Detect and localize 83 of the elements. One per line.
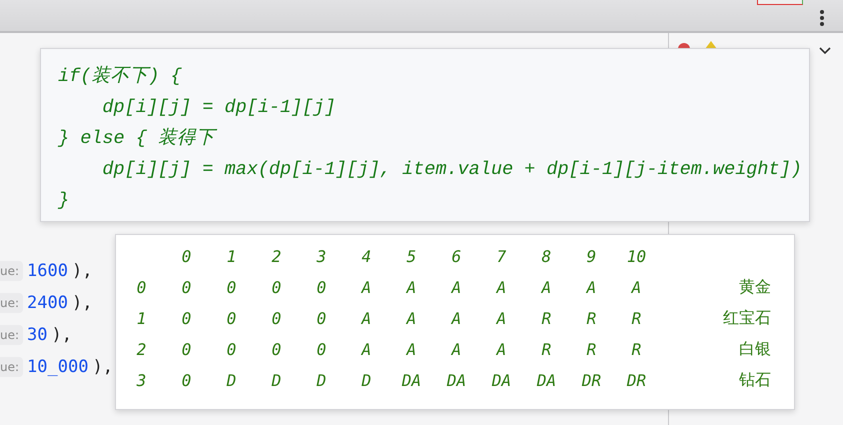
table-cell-text: A xyxy=(450,340,462,359)
column-header: 6 xyxy=(450,247,462,266)
table-cell-text: 0 xyxy=(180,278,192,297)
table-cell-text: 0 xyxy=(270,340,282,359)
code-line: if(装不下) { xyxy=(58,64,183,89)
column-header: 2 xyxy=(270,247,282,266)
table-cell-text: D xyxy=(226,371,238,390)
row-header: 3 xyxy=(136,371,148,390)
table-cell-text: A xyxy=(495,278,508,297)
table-cell-text: A xyxy=(540,278,552,297)
code-punctuation: ), xyxy=(72,261,92,281)
column-header: 1 xyxy=(226,247,238,266)
column-header: 9 xyxy=(586,247,598,266)
parameter-hint: ue: xyxy=(0,261,24,281)
column-header: 8 xyxy=(540,247,552,266)
column-header: 4 xyxy=(360,247,372,266)
table-cell-text: A xyxy=(450,309,462,328)
item-name: 黄金 xyxy=(738,277,771,298)
column-header: 5 xyxy=(406,247,418,266)
table-cell-text: R xyxy=(540,309,552,328)
table-cell-text: 0 xyxy=(180,340,192,359)
table-cell-text: A xyxy=(405,340,418,359)
table-cell-text: A xyxy=(360,278,372,297)
table-cell-text: 0 xyxy=(226,278,238,297)
table-cell-text: A xyxy=(450,278,462,297)
table-cell-text: 0 xyxy=(226,340,238,359)
code-line: } xyxy=(58,189,70,213)
more-icon[interactable] xyxy=(819,9,825,27)
parameter-hint: ue: xyxy=(0,325,24,345)
number-literal: 2400 xyxy=(27,293,68,313)
table-cell-text: A xyxy=(495,309,508,328)
editor-tab-edge[interactable] xyxy=(757,0,803,5)
table-cell-text: 0 xyxy=(316,309,328,328)
table-cell-text: R xyxy=(630,309,642,328)
column-header: 0 xyxy=(180,247,192,266)
table-cell-text: 0 xyxy=(226,309,238,328)
table-cell-text: DA xyxy=(536,371,558,390)
table-cell-text: R xyxy=(586,340,598,359)
code-punctuation: ), xyxy=(52,325,72,345)
table-cell-text: 0 xyxy=(270,309,282,328)
table-cell-text: DR xyxy=(626,371,648,390)
code-line: } else { 装得下 xyxy=(58,123,809,154)
item-name: 钻石 xyxy=(738,370,771,391)
parameter-hint: ue: xyxy=(0,293,24,313)
table-cell-text: DA xyxy=(446,371,468,390)
chevron-icon[interactable] xyxy=(819,47,831,55)
code-line: dp[i][j] = dp[i-1][j] xyxy=(101,96,337,120)
table-cell-text: A xyxy=(405,278,418,297)
code-punctuation: ), xyxy=(92,357,113,377)
row-header: 2 xyxy=(136,340,148,359)
item-name: 红宝石 xyxy=(722,308,771,329)
parameter-hint: ue: xyxy=(0,357,24,377)
table-cell-text: 0 xyxy=(316,340,328,359)
code-punctuation: ), xyxy=(72,293,92,313)
column-header: 7 xyxy=(496,247,508,266)
table-cell-text: D xyxy=(270,371,282,390)
table-cell-text: D xyxy=(316,371,328,390)
column-header: 10 xyxy=(626,247,648,266)
item-name: 白银 xyxy=(738,339,771,360)
table-cell-text: D xyxy=(360,371,372,390)
table-cell-text: R xyxy=(630,340,642,359)
table-cell-text: A xyxy=(495,340,508,359)
table-cell-text: A xyxy=(360,340,372,359)
column-header: 3 xyxy=(316,247,328,266)
table-cell-text: A xyxy=(630,278,642,297)
table-cell-text: DA xyxy=(400,371,422,390)
number-literal: 30 xyxy=(27,325,48,345)
table-cell-text: 0 xyxy=(316,278,328,297)
table-cell-text: R xyxy=(586,309,598,328)
table-cell-text: A xyxy=(585,278,598,297)
number-literal: 1600 xyxy=(27,261,68,281)
table-cell-text: R xyxy=(540,340,552,359)
table-cell-text: A xyxy=(360,309,372,328)
table-cell-text: 0 xyxy=(180,371,192,390)
row-header: 1 xyxy=(136,309,148,328)
row-header: 0 xyxy=(136,278,148,297)
table-cell-text: 0 xyxy=(180,309,192,328)
code-line: dp[i][j] = max(dp[i-1][j], item.value + dp[i-1][j-item.weight]) xyxy=(101,158,803,182)
table-cell-text: DA xyxy=(490,371,512,390)
table-cell-text: DR xyxy=(580,371,602,390)
number-literal: 10_000 xyxy=(27,357,88,377)
table-cell-text: 0 xyxy=(270,278,282,297)
table-cell-text: A xyxy=(405,309,418,328)
